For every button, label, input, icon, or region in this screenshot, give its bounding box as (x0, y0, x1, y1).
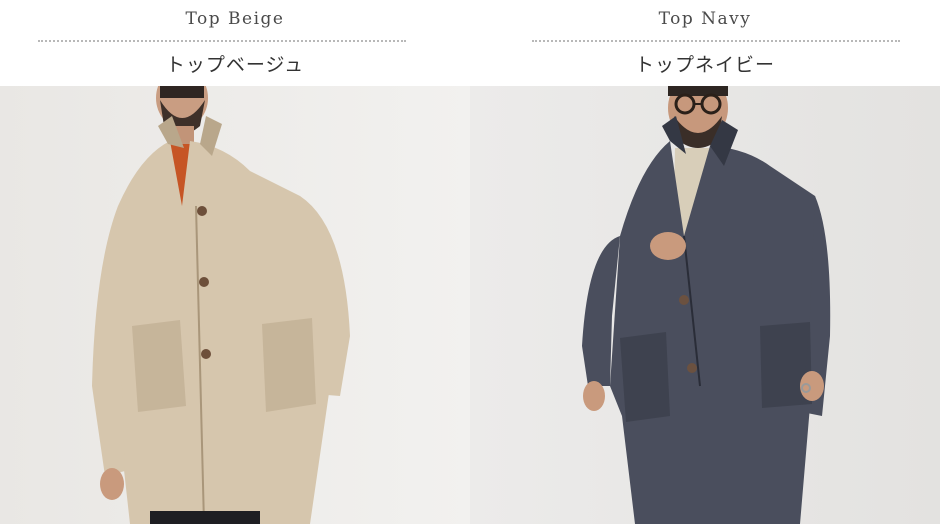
navy-coat-illustration (470, 86, 940, 524)
product-color-comparison: Top Beige トップベージュ Top Navy トップネイビー (0, 0, 940, 524)
caption-navy: Top Navy トップネイビー (470, 0, 940, 86)
beige-coat-illustration (0, 86, 470, 524)
label-en-beige: Top Beige (185, 9, 285, 29)
photo-beige-coat (0, 86, 470, 524)
product-beige: Top Beige トップベージュ (0, 0, 470, 524)
label-en-navy: Top Navy (658, 9, 752, 29)
label-jp-beige: トップベージュ (165, 54, 305, 76)
label-jp-navy: トップネイビー (634, 54, 775, 76)
product-navy: Top Navy トップネイビー (470, 0, 940, 524)
photo-navy-coat (470, 86, 940, 524)
dotted-divider (38, 40, 406, 42)
dotted-divider (532, 40, 900, 42)
caption-beige: Top Beige トップベージュ (0, 0, 470, 86)
